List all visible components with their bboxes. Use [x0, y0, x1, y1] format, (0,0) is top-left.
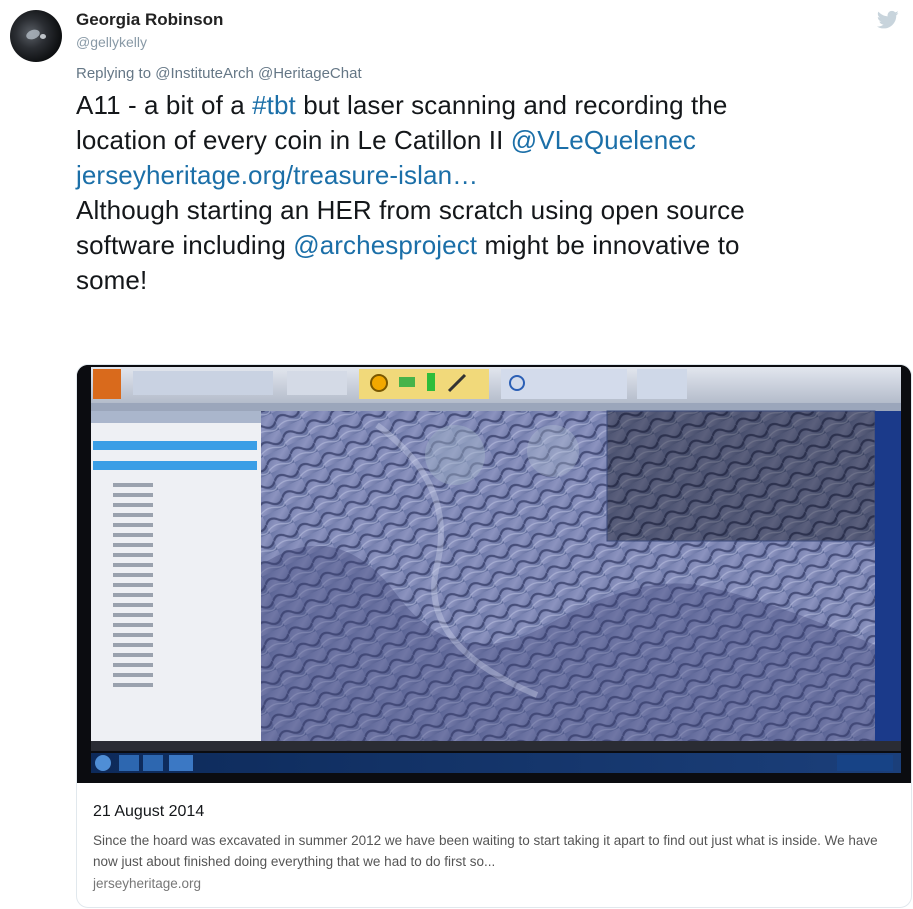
tweet-line-3: jerseyheritage.org/treasure-islan… [76, 158, 876, 193]
card-title: 21 August 2014 [93, 803, 205, 820]
replying-prefix: Replying to [76, 65, 152, 82]
avatar-glint-small [40, 34, 46, 39]
url-link[interactable]: jerseyheritage.org/treasure-islan… [76, 160, 478, 190]
tweet-line-4: Although starting an HER from scratch us… [76, 195, 745, 225]
avatar-glint [24, 27, 42, 42]
tweet-text-segment: A11 - a bit of a [76, 90, 253, 120]
display-name[interactable]: Georgia Robinson [76, 10, 223, 30]
mention-link[interactable]: @VLeQuelenec [511, 125, 696, 155]
card-meta[interactable]: 21 August 2014 Since the hoard was excav… [77, 783, 911, 907]
link-card[interactable]: 21 August 2014 Since the hoard was excav… [76, 364, 912, 908]
tweet-text-segment: but laser scanning and recording the [295, 90, 728, 120]
point-cloud-screenshot [77, 365, 911, 783]
tweet-line-2: location of every coin in Le Catillon II… [76, 123, 876, 158]
replying-mention-1[interactable]: @InstituteArch [155, 65, 254, 82]
card-domain: jerseyheritage.org [93, 876, 202, 891]
avatar[interactable] [10, 10, 62, 62]
tweet-line-5: software including @archesproject might … [76, 228, 876, 263]
tweet-line-1: A11 - a bit of a #tbt but laser scanning… [76, 88, 876, 123]
tweet-line-6: some! [76, 265, 148, 295]
tweet-text-segment: software including [76, 230, 294, 260]
replying-mention-2[interactable]: @HeritageChat [258, 65, 362, 82]
twitter-bird-icon[interactable] [877, 10, 899, 30]
tweet-text: A11 - a bit of a #tbt but laser scanning… [76, 88, 876, 298]
tweet-text-segment: might be innovative to [477, 230, 740, 260]
card-image[interactable] [77, 365, 911, 783]
tweet-text-segment: location of every coin in Le Catillon II [76, 125, 511, 155]
mention-link[interactable]: @archesproject [293, 230, 477, 260]
card-description: Since the hoard was excavated in summer … [93, 833, 878, 869]
handle[interactable]: @gellykelly [76, 34, 147, 50]
hashtag-link[interactable]: #tbt [252, 90, 296, 120]
replying-to: Replying to @InstituteArch @HeritageChat [76, 65, 362, 82]
